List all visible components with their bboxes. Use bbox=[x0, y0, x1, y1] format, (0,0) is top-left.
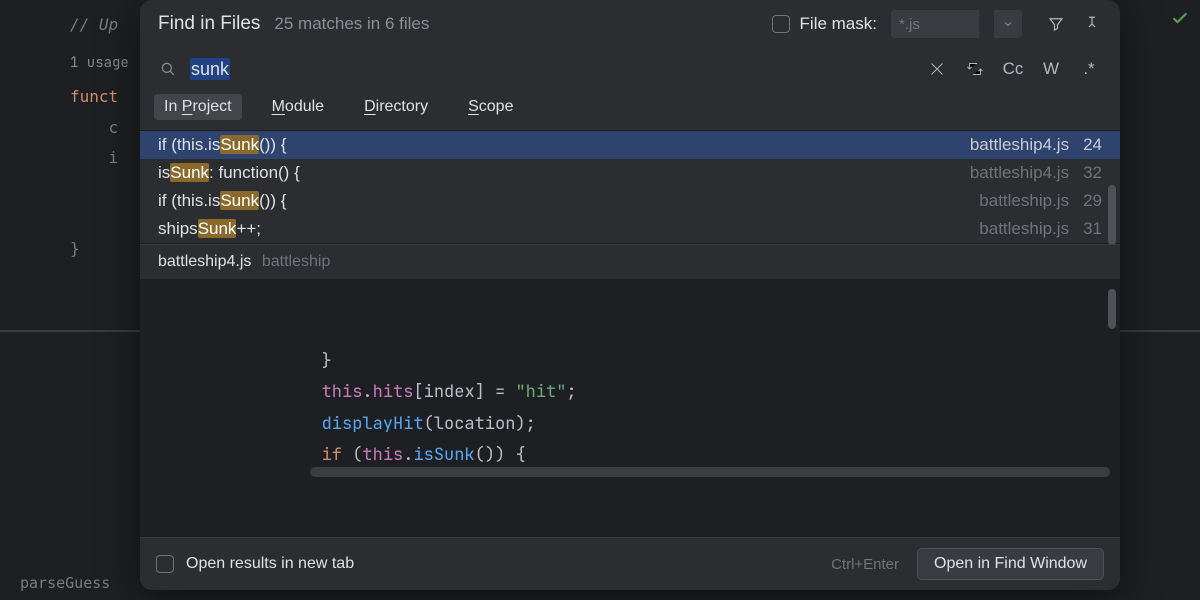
result-text: if (this.isSunk()) { bbox=[158, 191, 969, 211]
result-line: 29 bbox=[1083, 191, 1102, 211]
scope-tab-directory[interactable]: Directory bbox=[354, 94, 438, 120]
file-mask-input[interactable] bbox=[891, 10, 979, 38]
file-mask-checkbox[interactable] bbox=[772, 15, 790, 33]
result-row[interactable]: if (this.isSunk()) { battleship.js 29 bbox=[140, 187, 1120, 215]
result-file: battleship.js bbox=[979, 191, 1069, 211]
open-new-tab-checkbox[interactable] bbox=[156, 555, 174, 573]
match-count: 25 matches in 6 files bbox=[274, 14, 429, 34]
result-row[interactable]: shipsSunk++; battleship.js 31 bbox=[140, 215, 1120, 243]
shortcut-hint: Ctrl+Enter bbox=[831, 556, 899, 573]
open-find-window-button[interactable]: Open in Find Window bbox=[917, 548, 1104, 580]
file-mask-dropdown[interactable] bbox=[994, 10, 1022, 38]
result-file: battleship4.js bbox=[970, 135, 1069, 155]
scope-tab-module[interactable]: Module bbox=[262, 94, 334, 120]
result-text: isSunk: function() { bbox=[158, 163, 960, 183]
scope-tab-in-project[interactable]: In Project bbox=[154, 94, 242, 120]
preview-header: battleship4.js battleship bbox=[140, 245, 1120, 279]
results-scrollbar[interactable] bbox=[1108, 185, 1116, 245]
code-line: displayHit(location); bbox=[240, 409, 1120, 440]
filter-icon[interactable] bbox=[1046, 14, 1066, 34]
result-line: 24 bbox=[1083, 135, 1102, 155]
result-line: 31 bbox=[1083, 219, 1102, 239]
search-icon bbox=[158, 59, 178, 79]
result-file: battleship4.js bbox=[970, 163, 1069, 183]
pin-icon[interactable] bbox=[1082, 14, 1102, 34]
file-mask-label: File mask: bbox=[800, 14, 877, 34]
bg-comment: // Up bbox=[70, 15, 118, 34]
results-list: if (this.isSunk()) {battleship4.js24isSu… bbox=[140, 130, 1120, 244]
scope-tabs: In Project Module Directory Scope bbox=[140, 90, 1120, 130]
inspection-ok-icon[interactable] bbox=[1170, 8, 1190, 32]
search-input[interactable]: sunk bbox=[190, 59, 912, 80]
bg-keyword: funct bbox=[70, 87, 118, 106]
scope-tab-scope[interactable]: Scope bbox=[458, 94, 523, 120]
result-text: if (this.isSunk()) { bbox=[158, 135, 960, 155]
result-row[interactable]: if (this.isSunk()) { battleship4.js 24 bbox=[140, 131, 1120, 159]
preview-scrollbar-v[interactable] bbox=[1108, 289, 1116, 329]
regex-toggle[interactable]: .* bbox=[1076, 57, 1102, 81]
match-case-toggle[interactable]: Cc bbox=[1000, 57, 1026, 81]
result-file: battleship.js bbox=[979, 219, 1069, 239]
result-row[interactable]: isSunk: function() { battleship4.js 32 bbox=[140, 159, 1120, 187]
preview-code[interactable]: } this.hits[index] = "hit"; displayHit(l… bbox=[140, 279, 1120, 537]
preview-filename: battleship4.js bbox=[158, 253, 251, 270]
code-line: } bbox=[240, 346, 1120, 377]
preserve-case-icon[interactable] bbox=[962, 56, 988, 82]
search-row: sunk Cc W .* bbox=[140, 46, 1120, 90]
dialog-header: Find in Files 25 matches in 6 files File… bbox=[140, 0, 1120, 46]
dialog-footer: Open results in new tab Ctrl+Enter Open … bbox=[140, 537, 1120, 590]
find-in-files-dialog: Find in Files 25 matches in 6 files File… bbox=[140, 0, 1120, 590]
words-toggle[interactable]: W bbox=[1038, 57, 1064, 81]
result-text: shipsSunk++; bbox=[158, 219, 969, 239]
result-line: 32 bbox=[1083, 163, 1102, 183]
clear-search-icon[interactable] bbox=[924, 56, 950, 82]
preview-scrollbar-h[interactable] bbox=[310, 467, 1110, 477]
dialog-title: Find in Files bbox=[158, 13, 260, 35]
bg-identifier: parseGuess bbox=[20, 574, 110, 592]
open-new-tab-label: Open results in new tab bbox=[186, 555, 354, 573]
preview-package: battleship bbox=[262, 253, 331, 270]
preview-pane: battleship4.js battleship } this.hits[in… bbox=[140, 244, 1120, 537]
code-line: this.hits[index] = "hit"; bbox=[240, 377, 1120, 408]
